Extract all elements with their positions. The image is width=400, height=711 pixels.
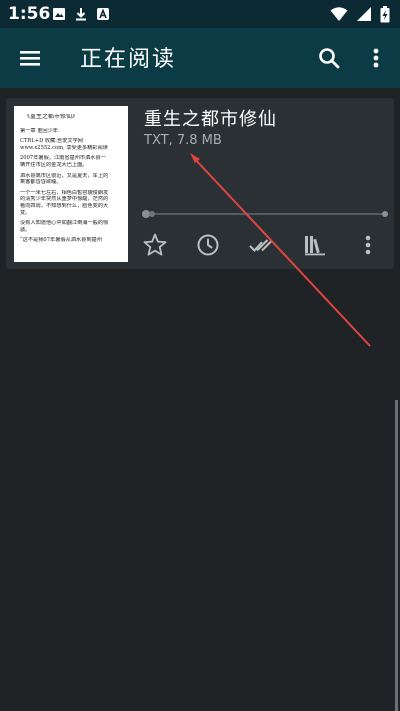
- status-icons-right: [330, 6, 390, 23]
- status-time: 1:56: [8, 4, 51, 24]
- book-title[interactable]: 重生之都市修仙: [144, 105, 277, 131]
- page-title: 正在阅读: [80, 47, 177, 72]
- cover-line: 第一章 重回少年: [20, 127, 58, 134]
- app-a-icon: [97, 8, 109, 20]
- battery-charging-icon: [380, 6, 390, 23]
- cover-line: 辆开往市区的金龙大巴上面。: [20, 161, 88, 168]
- wifi-icon: [330, 7, 348, 21]
- overflow-menu-button[interactable]: [362, 42, 390, 74]
- book-card[interactable]: 《重生之都市修仙》 第一章 重回少年 CTRL+D 收藏:吾爱文学网 www.x…: [6, 98, 394, 269]
- scrollbar[interactable]: [395, 400, 398, 711]
- app-bar: 正在阅读: [0, 28, 400, 88]
- cover-line: 乘客都昏昏欲睡。: [20, 179, 62, 186]
- mark-read-button[interactable]: [248, 232, 274, 258]
- cover-title: 《重生之都市修仙》: [24, 114, 79, 120]
- image-icon: [53, 8, 65, 20]
- reading-progress-track[interactable]: [144, 213, 388, 215]
- book-cover[interactable]: 《重生之都市修仙》 第一章 重回少年 CTRL+D 收藏:吾爱文学网 www.x…: [14, 106, 128, 262]
- history-clock-icon: [197, 234, 219, 256]
- library-button[interactable]: [302, 232, 328, 258]
- book-more-button[interactable]: [355, 232, 381, 258]
- star-icon: [143, 233, 167, 256]
- download-icon: [76, 8, 86, 21]
- reading-progress-marker: [149, 211, 155, 217]
- cover-line: www.x2552.com, 享受更多精彩阅读: [20, 144, 108, 151]
- mark-read-icon: [249, 239, 273, 252]
- cover-line: 2007年暑假，江南省楚州市泗水县一: [20, 155, 106, 162]
- cover-line: 变。: [20, 209, 31, 216]
- status-icons-left: [52, 7, 110, 21]
- search-icon: [319, 48, 340, 69]
- history-button[interactable]: [195, 232, 221, 258]
- cover-line: 泗水县离市区很近，又是夏天，车上的: [20, 172, 109, 179]
- menu-button[interactable]: [14, 42, 46, 74]
- favorite-button[interactable]: [142, 232, 168, 258]
- hamburger-menu-icon: [20, 51, 40, 66]
- book-meta: TXT, 7.8 MB: [144, 133, 222, 148]
- library-icon: [305, 236, 325, 256]
- cover-line: 的清秀少年突然从噩梦中惊醒，茫然的: [20, 196, 109, 203]
- more-vert-icon: [373, 48, 379, 68]
- more-vert-icon: [365, 235, 371, 255]
- search-button[interactable]: [313, 42, 345, 74]
- status-bar: 1:56: [0, 0, 400, 28]
- reading-progress-end: [382, 211, 388, 217]
- cover-line: “这不是我07年暑假从泗水县到楚州: [20, 237, 102, 244]
- cover-line: 看向四周，不知想到什么，脸色变的大: [20, 202, 109, 209]
- cover-line: 没有人知道他心中如翻江倒海一般的惊: [20, 220, 109, 227]
- cover-line: 骇。: [20, 226, 31, 233]
- cover-line: 一个一米七左右，相色白皙容貌俊朗发: [20, 189, 109, 196]
- signal-icon: [357, 7, 371, 21]
- cover-line: CTRL+D 收藏:吾爱文学网: [20, 138, 83, 145]
